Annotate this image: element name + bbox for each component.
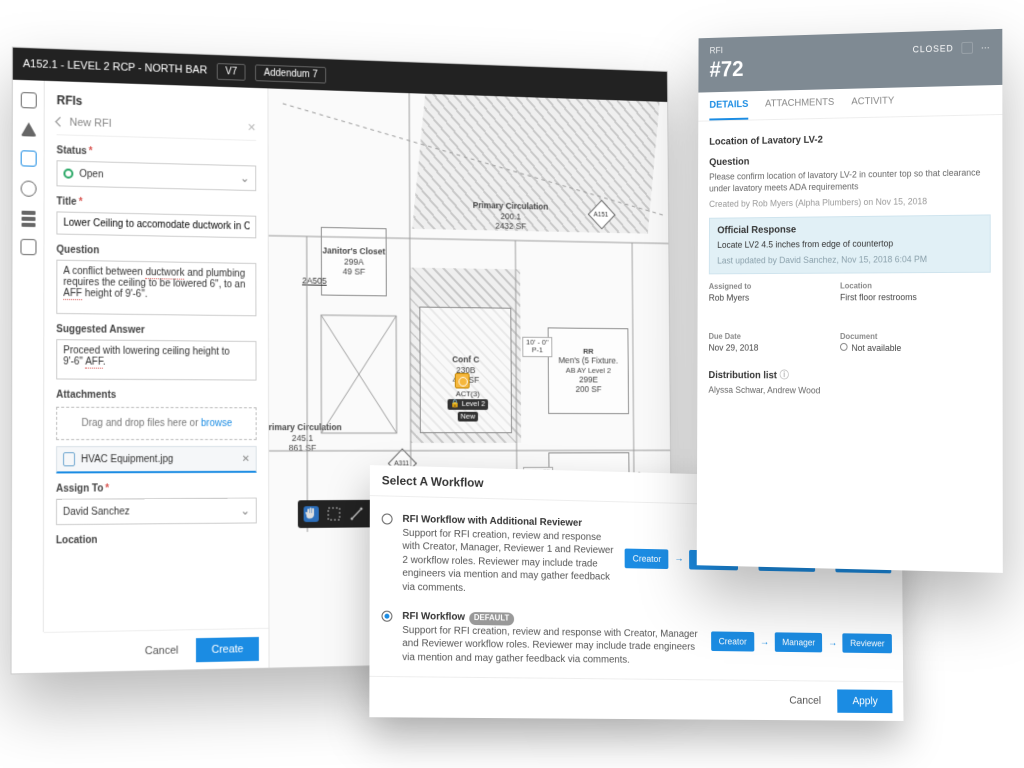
pan-tool-icon[interactable] [304,506,319,522]
detail-question-label: Question [709,152,990,168]
distribution-label: Distribution list ⓘ [708,366,990,382]
rfi-icon[interactable] [20,150,36,167]
title-label: Title* [56,196,256,211]
rfi-breadcrumb[interactable]: New RFI [57,115,257,141]
room-mens: RR Men's (5 Fixture. AB AY Level 2 299E2… [548,327,629,414]
attachment-item[interactable]: HVAC Equipment.jpg [56,446,257,473]
workflow-cancel-button[interactable]: Cancel [780,689,830,713]
unavailable-icon [840,343,848,351]
detail-created-by: Created by Rob Myers (Alpha Plumbers) on… [709,195,991,211]
info-icon[interactable]: ⓘ [780,370,789,381]
status-select[interactable]: Open [56,160,256,191]
create-button[interactable]: Create [196,636,259,661]
more-icon[interactable]: ⋯ [981,42,991,53]
rfi-create-panel: RFIs New RFI Status* Open Title* Questio… [44,81,270,673]
layers-icon[interactable] [21,211,35,225]
plan-title: A152.1 - LEVEL 2 RCP - NORTH BAR [23,58,207,76]
field-due-date: Due DateNov 29, 2018 [709,332,812,353]
tab-details[interactable]: DETAILS [709,91,748,120]
attachments-dropzone[interactable]: Drag and drop files here or browse [56,407,257,440]
rfi-state-label: CLOSED [913,43,954,54]
left-tool-rail [12,80,45,633]
room-janitor: Janitor's Closet299A49 SF [321,227,387,296]
workflow-modal-footer: Cancel Apply [369,676,903,721]
dim-callout: 10' - 0"P-1 [522,337,552,357]
cube-icon[interactable] [20,239,36,255]
tab-activity[interactable]: ACTIVITY [851,88,894,118]
workflow-chain: Creator→ Manager→ Reviewer [711,614,892,669]
clock-icon[interactable] [20,180,36,196]
rfi-pin[interactable] [455,373,470,389]
checklist-icon[interactable] [20,92,36,109]
attachments-label: Attachments [56,390,256,402]
field-assigned-to: Assigned toRob Myers [709,281,812,302]
rfi-panel-header: RFIs [57,93,256,113]
title-input[interactable] [56,211,256,238]
assign-to-label: Assign To* [56,483,257,495]
room-primary-circulation-1: Primary Circulation200.12432 SF [433,191,588,242]
radio-icon[interactable] [381,610,392,621]
browse-link[interactable]: browse [201,418,232,429]
suggested-answer-textarea[interactable]: Proceed with lowering ceiling height to … [56,339,256,380]
attachment-name: HVAC Equipment.jpg [81,454,173,465]
select-tool-icon[interactable] [326,506,341,522]
field-location: LocationFirst floor restrooms [840,281,946,302]
rfi-form-footer: Cancel Create [44,628,269,673]
warning-icon[interactable] [20,122,36,137]
version-pill[interactable]: V7 [217,63,246,81]
status-label: Status* [57,145,257,161]
field-document: Document Not available [840,332,946,353]
suggested-answer-label: Suggested Answer [56,324,256,337]
room-primary-circulation-2: Primary Circulation245.1861 SF [268,403,354,472]
measure-tool-icon[interactable] [349,506,364,522]
rfi-state-bar: CLOSED ⋯ [913,41,991,55]
file-icon [63,452,75,466]
section-tag: 2A505 [302,276,327,286]
rfi-detail-header: RFI #72 CLOSED ⋯ [698,29,1002,93]
workflow-apply-button[interactable]: Apply [838,689,893,713]
workflow-option-default[interactable]: RFI WorkflowDEFAULT Support for RFI crea… [381,601,892,677]
lock-icon[interactable] [961,42,973,54]
radio-icon[interactable] [382,513,393,524]
location-label: Location [56,533,257,546]
question-textarea[interactable]: A conflict between ductwork and plumbing… [56,260,256,317]
rfi-pin-meta: ACT(3) 🔒 Level 2 New [448,390,489,422]
assign-to-select[interactable]: David Sanchez [56,498,257,526]
official-response-block: Official Response Locate LV2 4.5 inches … [709,215,991,274]
tab-attachments[interactable]: ATTACHMENTS [765,89,834,119]
default-badge: DEFAULT [469,612,514,625]
cancel-button[interactable]: Cancel [135,638,188,663]
chevron-left-icon [55,117,65,127]
detail-subject: Location of Lavatory LV-2 [709,131,990,147]
distribution-list: Alyssa Schwar, Andrew Wood [708,384,990,398]
rfi-detail-panel: RFI #72 CLOSED ⋯ DETAILS ATTACHMENTS ACT… [697,29,1003,573]
addendum-pill[interactable]: Addendum 7 [255,64,326,83]
question-label: Question [56,245,256,260]
detail-question-text: Please confirm location of lavatory LV-2… [709,166,991,194]
